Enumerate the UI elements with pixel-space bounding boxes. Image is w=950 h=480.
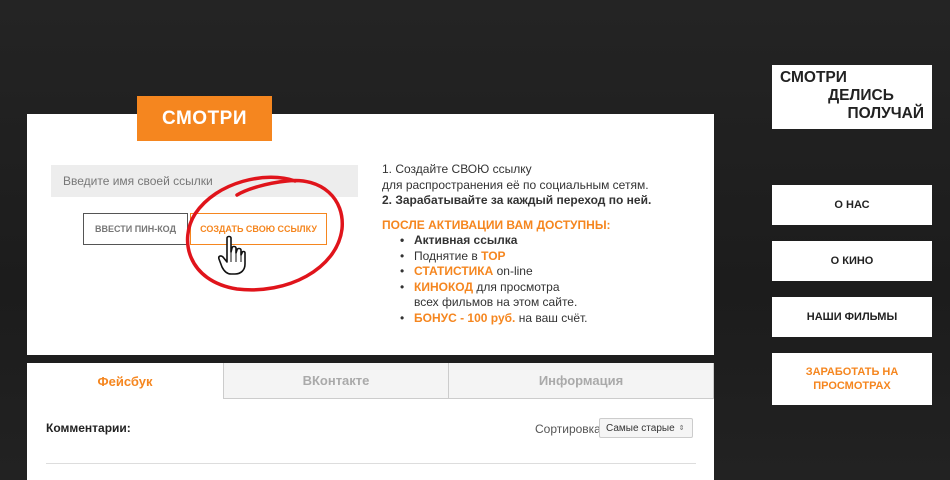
benefits-list: Активная ссылка Поднятие в TOP СТАТИСТИК… <box>400 233 702 326</box>
logo-line-1: СМОТРИ <box>780 69 847 86</box>
smotri-badge: СМОТРИ <box>137 96 272 141</box>
link-creation-panel: ВВЕСТИ ПИН-КОД СОЗДАТЬ СВОЮ ССЫЛКУ 1. Со… <box>27 114 714 355</box>
enter-pin-button[interactable]: ВВЕСТИ ПИН-КОД <box>83 213 188 245</box>
about-us-button[interactable]: О НАС <box>772 185 932 225</box>
instructions-block: 1. Создайте СВОЮ ссылку для распростране… <box>382 162 702 326</box>
link-name-input[interactable] <box>51 165 358 197</box>
logo-line-3: ПОЛУЧАЙ <box>847 105 924 122</box>
our-films-button[interactable]: НАШИ ФИЛЬМЫ <box>772 297 932 337</box>
benefit-bonus: БОНУС - 100 руб. на ваш счёт. <box>400 311 702 327</box>
earn-on-views-button[interactable]: ЗАРАБОТАТЬ НА ПРОСМОТРАХ <box>772 353 932 405</box>
benefit-kinokod-cont: всех фильмов на этом сайте. <box>414 295 578 309</box>
divider <box>46 463 696 464</box>
tab-vkontakte[interactable]: ВКонтакте <box>223 363 449 399</box>
sort-select-value: Самые старые <box>606 422 675 434</box>
step-1-line-1: 1. Создайте СВОЮ ссылку <box>382 162 532 176</box>
about-cinema-button[interactable]: О КИНО <box>772 241 932 281</box>
tab-information[interactable]: Информация <box>449 363 714 399</box>
benefits-heading: ПОСЛЕ АКТИВАЦИИ ВАМ ДОСТУПНЫ: <box>382 217 611 232</box>
comments-label: Комментарии: <box>46 421 131 435</box>
benefit-statistics: СТАТИСТИКА on-line <box>400 264 702 280</box>
benefit-top: Поднятие в TOP <box>400 249 702 265</box>
sort-label: Сортировка <box>535 422 601 436</box>
hand-pointer-icon <box>218 235 246 275</box>
site-logo[interactable]: СМОТРИ ДЕЛИСЬ ПОЛУЧАЙ <box>772 65 932 129</box>
tab-facebook[interactable]: Фейсбук <box>27 363 223 399</box>
select-arrows-icon: ⇕ <box>678 425 685 432</box>
benefit-kinokod: КИНОКОД для просмотра <box>400 280 702 296</box>
tab-bar: Фейсбук ВКонтакте Информация <box>27 363 714 399</box>
create-link-button[interactable]: СОЗДАТЬ СВОЮ ССЫЛКУ <box>190 213 327 245</box>
comments-panel: Фейсбук ВКонтакте Информация Комментарии… <box>27 363 714 480</box>
logo-line-2: ДЕЛИСЬ <box>828 87 894 104</box>
step-2: 2. Зарабатывайте за каждый переход по не… <box>382 193 652 207</box>
sort-select[interactable]: Самые старые ⇕ <box>599 418 693 438</box>
step-1-line-2: для распространения её по социальным сет… <box>382 177 649 192</box>
benefit-active-link: Активная ссылка <box>400 233 702 249</box>
